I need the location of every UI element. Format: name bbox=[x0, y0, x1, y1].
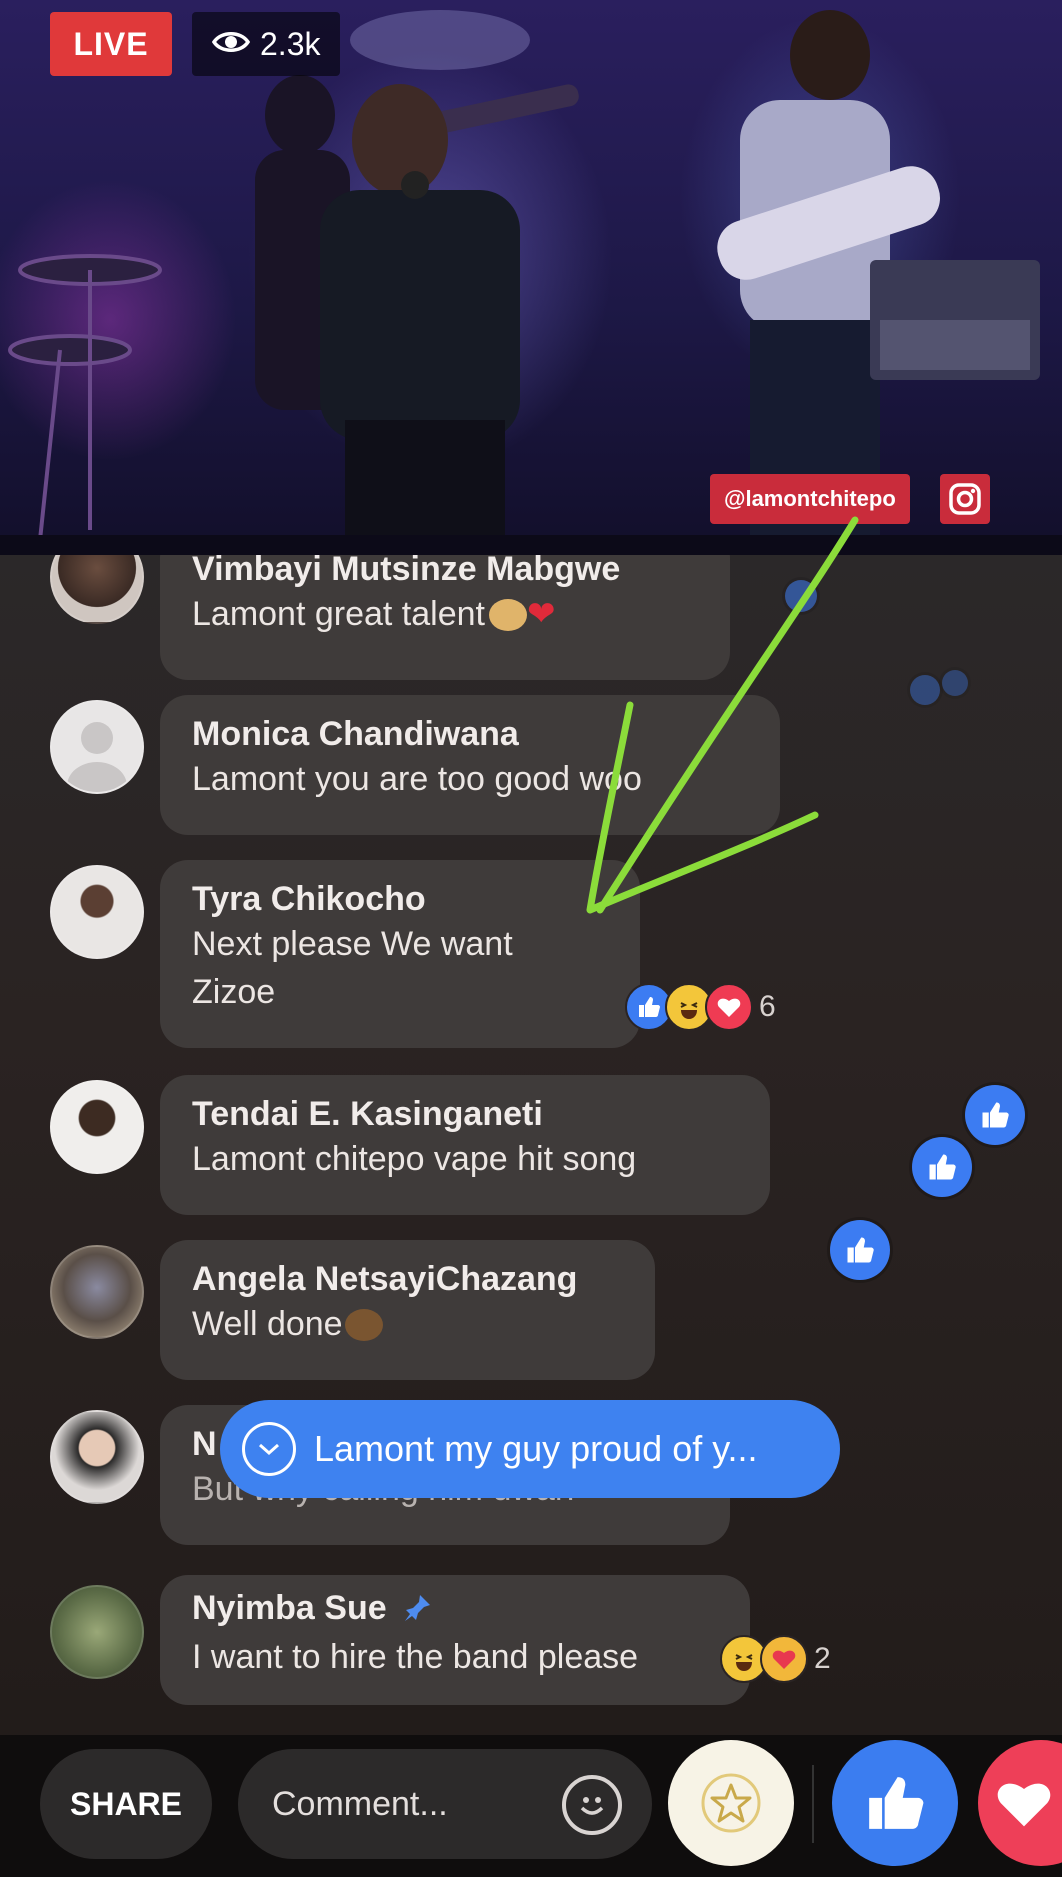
new-comment-pill[interactable]: Lamont my guy proud of y... bbox=[220, 1400, 840, 1498]
viewer-count-value: 2.3k bbox=[260, 26, 321, 62]
live-badge: LIVE bbox=[50, 12, 172, 76]
clap-emoji-icon bbox=[344, 1309, 383, 1341]
comment-author[interactable]: Tyra Chikocho bbox=[192, 878, 608, 920]
floating-like-icon bbox=[785, 580, 817, 612]
pin-icon bbox=[402, 1591, 432, 1633]
avatar[interactable] bbox=[50, 1245, 144, 1339]
comment-bubble[interactable]: Tyra Chikocho Next please We want Zizoe bbox=[160, 860, 640, 1048]
comment-bubble[interactable]: Tendai E. Kasinganeti Lamont chitepo vap… bbox=[160, 1075, 770, 1215]
comment-reactions[interactable]: 6 bbox=[625, 983, 776, 1031]
comment-text-line: Zizoe bbox=[192, 973, 276, 1011]
floating-like-icon bbox=[830, 1220, 890, 1280]
love-reaction-icon bbox=[705, 983, 753, 1031]
new-comment-preview: Lamont my guy proud of y... bbox=[314, 1428, 758, 1469]
floating-like-icon bbox=[912, 1137, 972, 1197]
avatar[interactable] bbox=[50, 1410, 144, 1504]
floating-like-icon bbox=[965, 1085, 1025, 1145]
red-heart-emoji-icon: ❤ bbox=[526, 595, 556, 633]
instagram-icon bbox=[940, 474, 990, 524]
clap-emoji-icon bbox=[488, 599, 527, 631]
comment-text: Next please We want Zizoe bbox=[192, 920, 608, 1016]
avatar[interactable] bbox=[50, 865, 144, 959]
comment-bubble[interactable]: Vimbayi Mutsinze Mabgwe Lamont great tal… bbox=[160, 555, 730, 680]
comment-text: Lamont you are too good woo bbox=[192, 760, 642, 798]
comment-placeholder: Comment... bbox=[272, 1784, 448, 1823]
viewer-count: 2.3k bbox=[192, 12, 341, 76]
live-comments-feed[interactable]: Vimbayi Mutsinze Mabgwe Lamont great tal… bbox=[0, 555, 1062, 1735]
share-button[interactable]: SHARE bbox=[40, 1749, 212, 1859]
stage-performers bbox=[0, 10, 1062, 555]
comment-input[interactable]: Comment... bbox=[238, 1749, 652, 1859]
eye-icon bbox=[211, 12, 251, 76]
reaction-count: 6 bbox=[759, 990, 776, 1023]
emoji-icon[interactable] bbox=[562, 1775, 622, 1835]
comment-author[interactable]: Monica Chandiwana bbox=[192, 713, 748, 755]
floating-like-icon bbox=[910, 675, 940, 705]
comment-bubble[interactable]: Angela NetsayiChazang Well done bbox=[160, 1240, 655, 1380]
stars-button[interactable] bbox=[668, 1740, 794, 1866]
live-video-player[interactable]: LIVE 2.3k @lamontchitepo bbox=[0, 0, 1062, 555]
avatar[interactable] bbox=[50, 1585, 144, 1679]
avatar[interactable] bbox=[50, 555, 144, 624]
comment-text: Well done bbox=[192, 1300, 623, 1348]
like-button[interactable] bbox=[832, 1740, 958, 1866]
comment-author[interactable]: Nyimba Sue bbox=[192, 1587, 718, 1633]
chevron-down-icon bbox=[242, 1422, 296, 1476]
bottom-action-bar: SHARE Comment... bbox=[0, 1735, 1062, 1877]
comment-author[interactable]: Angela NetsayiChazang bbox=[192, 1258, 623, 1300]
comment-author[interactable]: Vimbayi Mutsinze Mabgwe bbox=[192, 555, 698, 590]
comment-text-line: Next please We want bbox=[192, 925, 513, 963]
comment-reactions[interactable]: 2 bbox=[720, 1635, 831, 1683]
comment-text: I want to hire the band please bbox=[192, 1638, 639, 1676]
divider bbox=[812, 1765, 814, 1843]
comment-author[interactable]: Tendai E. Kasinganeti bbox=[192, 1093, 738, 1135]
reaction-count: 2 bbox=[814, 1642, 831, 1675]
care-reaction-icon bbox=[760, 1635, 808, 1683]
comment-text: Lamont chitepo vape hit song bbox=[192, 1140, 637, 1178]
love-button[interactable] bbox=[978, 1740, 1062, 1866]
avatar[interactable] bbox=[50, 1080, 144, 1174]
comment-bubble[interactable]: Monica Chandiwana Lamont you are too goo… bbox=[160, 695, 780, 835]
default-avatar-icon[interactable] bbox=[50, 700, 144, 794]
instagram-handle-watermark: @lamontchitepo bbox=[710, 474, 910, 524]
comment-bubble[interactable]: Nyimba Sue I want to hire the band pleas… bbox=[160, 1575, 750, 1705]
floating-like-icon bbox=[942, 670, 968, 696]
comment-text: Lamont great talent ❤ bbox=[192, 595, 556, 633]
